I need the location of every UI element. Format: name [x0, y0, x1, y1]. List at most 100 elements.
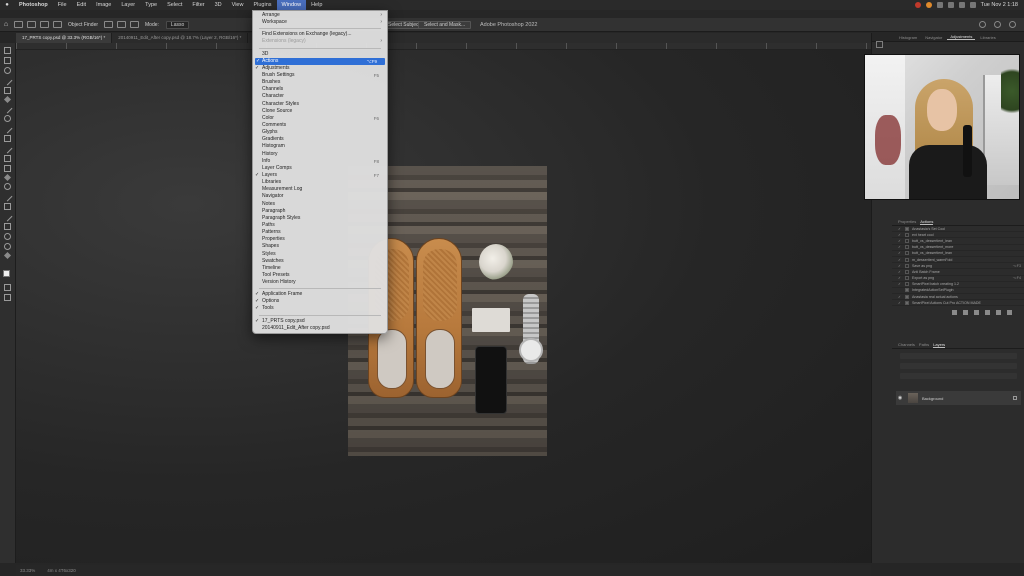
menu-item-patterns[interactable]: Patterns: [253, 229, 387, 236]
action-toggle-icon[interactable]: ✓: [898, 264, 902, 268]
tab-channels[interactable]: Channels: [898, 342, 915, 347]
menu-item-arrange[interactable]: Arrange ›: [253, 12, 387, 19]
action-toggle-icon[interactable]: ✓: [898, 282, 902, 286]
action-toggle-icon[interactable]: ✓: [898, 270, 902, 274]
dialog-toggle-icon[interactable]: [905, 232, 909, 237]
menu-item-libraries[interactable]: Libraries: [253, 179, 387, 186]
gear-icon[interactable]: [130, 21, 140, 28]
menu-item-navigator[interactable]: Navigator: [253, 193, 387, 200]
menu-item-tools[interactable]: ✓ Tools: [253, 305, 387, 312]
clone-stamp-icon[interactable]: [4, 135, 11, 142]
path-select-icon[interactable]: [2, 211, 13, 222]
menu-image[interactable]: Image: [91, 0, 116, 10]
menu-item-glyphs[interactable]: Glyphs: [253, 129, 387, 136]
menu-item-swatches[interactable]: Swatches: [253, 258, 387, 265]
hand-tool-icon[interactable]: [4, 233, 11, 240]
document-info[interactable]: 4m x 4T6x320: [47, 568, 76, 573]
folder-icon[interactable]: [905, 294, 909, 299]
control-center-icon[interactable]: [969, 2, 976, 8]
action-toggle-icon[interactable]: ✓: [898, 251, 902, 255]
menu-item-actions[interactable]: ✓ Actions ⌥F9: [255, 57, 385, 65]
action-toggle-icon[interactable]: ✓: [898, 233, 902, 237]
menu-item-color[interactable]: Color F6: [253, 115, 387, 122]
menu-plugins[interactable]: Plugins: [248, 0, 276, 10]
menu-item-histogram[interactable]: Histogram: [253, 143, 387, 150]
menu-layer[interactable]: Layer: [116, 0, 140, 10]
menu-edit[interactable]: Edit: [72, 0, 91, 10]
menu-select[interactable]: Select: [162, 0, 187, 10]
share-icon[interactable]: [1009, 21, 1016, 28]
new-set-icon[interactable]: [985, 310, 990, 316]
subtract-selection-icon[interactable]: [53, 21, 62, 28]
action-toggle-icon[interactable]: ✓: [898, 301, 902, 305]
trash-icon[interactable]: [1007, 310, 1012, 316]
menu-item-find-extensions-on-exchange-legacy[interactable]: Find Extensions on Exchange (legacy)...: [253, 31, 387, 38]
dialog-toggle-icon[interactable]: [905, 282, 909, 287]
quick-select-tool-icon[interactable]: [2, 75, 13, 86]
menu-item-gradients[interactable]: Gradients: [253, 136, 387, 143]
menu-item-history[interactable]: History: [253, 151, 387, 158]
panel-collapse-icon[interactable]: [876, 41, 883, 48]
search-icon[interactable]: [979, 21, 986, 28]
action-toggle-icon[interactable]: ✓: [898, 276, 902, 280]
action-toggle-icon[interactable]: ✓: [898, 245, 902, 249]
menu-item-workspace[interactable]: Workspace ›: [253, 19, 387, 26]
pen-tool-icon[interactable]: [2, 191, 13, 202]
menu-item-channels[interactable]: Channels: [253, 86, 387, 93]
menu-item-brushes[interactable]: Brushes: [253, 79, 387, 86]
wifi-icon[interactable]: [936, 2, 943, 8]
lasso-tool-icon[interactable]: [14, 21, 23, 28]
select-and-mask-button[interactable]: Select and Mask...: [418, 20, 472, 29]
quick-mask-icon[interactable]: [4, 284, 11, 291]
foreground-color-swatch[interactable]: [2, 270, 10, 277]
menu-item-info[interactable]: Info F8: [253, 158, 387, 165]
tab-paths[interactable]: Paths: [919, 342, 929, 347]
folder-icon[interactable]: [905, 300, 909, 305]
show-all-icon[interactable]: [117, 21, 127, 28]
add-selection-icon[interactable]: [40, 21, 49, 28]
move-tool-icon[interactable]: [4, 47, 11, 54]
menu-item-adjustments[interactable]: ✓ Adjustments: [253, 65, 387, 72]
menu-item-comments[interactable]: Comments: [253, 122, 387, 129]
menu-filter[interactable]: Filter: [187, 0, 209, 10]
menu-item-layers[interactable]: ✓ Layers F7: [253, 172, 387, 179]
healing-brush-icon[interactable]: [4, 115, 11, 122]
apple-icon[interactable]: ●: [0, 2, 14, 8]
dialog-toggle-icon[interactable]: [905, 269, 909, 274]
menu-view[interactable]: View: [227, 0, 249, 10]
menu-item-shapes[interactable]: Shapes: [253, 243, 387, 250]
menu-item-measurement-log[interactable]: Measurement Log: [253, 186, 387, 193]
menu-item-tool-presets[interactable]: Tool Presets: [253, 272, 387, 279]
menu-item-character[interactable]: Character: [253, 93, 387, 100]
menu-help[interactable]: Help: [306, 0, 327, 10]
tab-histogram[interactable]: Histogram: [896, 35, 920, 40]
blend-mode-row[interactable]: [900, 363, 1017, 369]
menu-item-17-prts-copy-psd[interactable]: ✓ 17_PRTS copy.psd: [253, 318, 387, 325]
menu-item-timeline[interactable]: Timeline: [253, 265, 387, 272]
zoom-tool-icon[interactable]: [4, 243, 11, 250]
tab-actions[interactable]: Actions: [920, 219, 934, 225]
workspace-icon[interactable]: [994, 21, 1001, 28]
eyedropper-tool-icon[interactable]: [2, 103, 13, 114]
menu-3d[interactable]: 3D: [210, 0, 227, 10]
tab-libraries[interactable]: Libraries: [977, 35, 998, 40]
dialog-toggle-icon[interactable]: [905, 245, 909, 250]
play-icon[interactable]: [974, 310, 979, 316]
menu-type[interactable]: Type: [140, 0, 162, 10]
tab-document-2[interactable]: 20140911_Edit_After copy.psd @ 18.7% (La…: [112, 33, 249, 43]
object-finder-label[interactable]: Object Finder: [68, 22, 98, 28]
stop-icon[interactable]: [952, 310, 957, 316]
menu-item-character-styles[interactable]: Character Styles: [253, 101, 387, 108]
menu-item-brush-settings[interactable]: Brush Settings F5: [253, 72, 387, 79]
menu-window[interactable]: Window: [276, 0, 307, 10]
menu-item-20140911-edit-after-copy-psd[interactable]: 20140911_Edit_After copy.psd: [253, 325, 387, 332]
marquee-tool-icon[interactable]: [4, 57, 11, 64]
gradient-tool-icon[interactable]: [4, 165, 11, 172]
color-swatches[interactable]: [2, 269, 14, 281]
dialog-toggle-icon[interactable]: [905, 251, 909, 256]
menu-item-application-frame[interactable]: ✓ Application Frame: [253, 291, 387, 298]
brush-tool-icon[interactable]: [2, 123, 13, 134]
screen-mode-icon[interactable]: [4, 294, 11, 301]
battery-icon[interactable]: [947, 2, 954, 8]
tab-navigator[interactable]: Navigator: [922, 35, 945, 40]
